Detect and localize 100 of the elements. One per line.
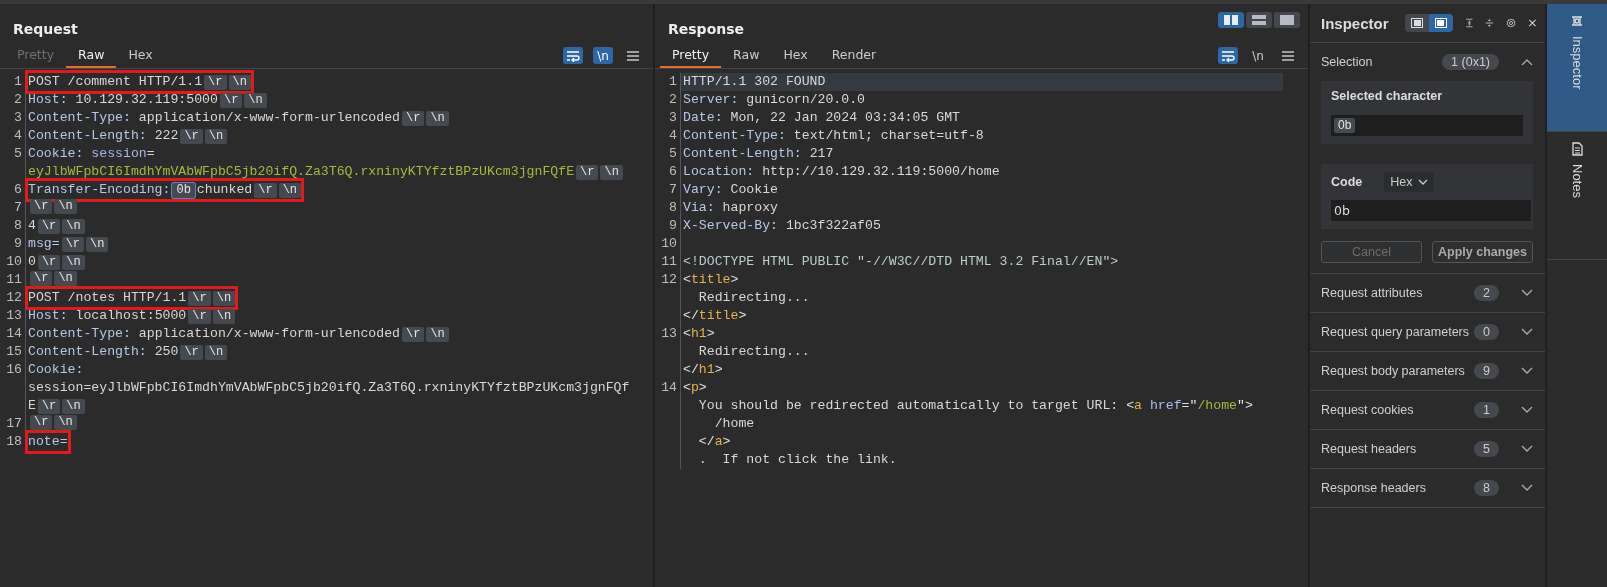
line-number: 10 xyxy=(655,235,681,253)
wrap-toggle[interactable] xyxy=(1218,47,1238,64)
view-button[interactable] xyxy=(1404,14,1429,32)
control-char-badge[interactable]: 0b xyxy=(172,183,195,198)
code-line: 0 \r \n xyxy=(28,253,85,271)
line-number: 18 xyxy=(0,433,26,451)
line-number: 15 xyxy=(0,343,26,361)
expand-icon[interactable] xyxy=(1464,16,1474,30)
line-number: 6 xyxy=(0,181,26,199)
line-number: 7 xyxy=(655,181,681,199)
line-number: 12 xyxy=(0,289,26,307)
inspector-icon[interactable] xyxy=(1570,14,1584,28)
side-tab-label[interactable]: Notes xyxy=(1569,164,1585,198)
control-char-badge: \n xyxy=(54,271,77,286)
settings-icon[interactable] xyxy=(1506,15,1517,31)
code-line: <p> xyxy=(683,379,707,397)
code-field[interactable]: 0b xyxy=(1331,200,1531,221)
count-badge: 8 xyxy=(1474,480,1499,496)
section-label[interactable]: Request attributes xyxy=(1321,286,1475,300)
expand-icon[interactable] xyxy=(1521,367,1533,375)
inspector-title: Inspector xyxy=(1321,14,1389,32)
section-label[interactable]: Request cookies xyxy=(1321,403,1475,417)
code-line: 4 \r \n xyxy=(28,217,85,235)
tab[interactable]: Render xyxy=(819,45,889,68)
newline-toggle[interactable]: \n xyxy=(1248,47,1268,64)
section-label[interactable]: Selection xyxy=(1321,55,1443,69)
line-number: 14 xyxy=(655,379,681,469)
side-tab-label[interactable]: Inspector xyxy=(1569,36,1585,90)
code-line: Via: haproxy xyxy=(683,199,778,217)
section-label[interactable]: Request headers xyxy=(1321,442,1475,456)
line-number: 4 xyxy=(655,127,681,145)
layout-button[interactable] xyxy=(1274,12,1300,28)
code-line: HTTP/1.1 302 FOUND xyxy=(683,73,826,91)
tab[interactable]: Pretty xyxy=(660,45,722,68)
code-line: note= xyxy=(28,433,68,451)
count-badge: 1 (0x1) xyxy=(1442,54,1499,70)
code-line: X-Served-By: 1bc3f322af05 xyxy=(683,217,881,235)
control-char-badge: \r xyxy=(30,415,53,430)
code-line: Host: localhost:5000 \r \n xyxy=(28,307,236,325)
tab[interactable]: Hex xyxy=(116,45,165,68)
tab[interactable]: Raw xyxy=(66,45,117,68)
panel-layout-icon[interactable] xyxy=(1410,18,1423,28)
line-number: 7 xyxy=(0,199,26,217)
code-line: POST /notes HTTP/1.1 \r \n xyxy=(28,289,236,307)
line-number: 6 xyxy=(655,163,681,181)
line-number: 5 xyxy=(655,145,681,163)
code-line: </a> xyxy=(697,433,731,451)
line-number: 13 xyxy=(655,325,681,379)
line-number: 8 xyxy=(0,217,26,235)
menu-icon[interactable] xyxy=(1282,50,1294,61)
line-number: 4 xyxy=(0,127,26,145)
tab[interactable]: Raw xyxy=(721,45,772,68)
line-number: 2 xyxy=(655,91,681,109)
line-number: 2 xyxy=(0,91,26,109)
line-number: 11 xyxy=(655,253,681,271)
code-line: <h1> xyxy=(683,325,715,343)
code-line: Vary: Cookie xyxy=(683,181,778,199)
code-line: Content-Length: 250 \r \n xyxy=(28,343,228,361)
count-badge: 9 xyxy=(1474,363,1499,379)
expand-icon[interactable] xyxy=(1521,484,1533,492)
newline-toggle[interactable]: \n xyxy=(593,47,613,64)
character-field[interactable]: 0b xyxy=(1331,115,1523,136)
caret-icon[interactable] xyxy=(1418,179,1429,185)
code-line: </title> xyxy=(683,307,747,325)
columns-icon[interactable] xyxy=(1224,15,1238,25)
code-line: <!DOCTYPE HTML PUBLIC "-//W3C//DTD HTML 3.2 Final//EN"> xyxy=(683,253,1119,271)
document-icon[interactable] xyxy=(1570,142,1584,156)
code-line: Content-Type: text/html; charset=utf-8 xyxy=(683,127,984,145)
wrap-toggle[interactable] xyxy=(563,47,583,64)
section-label[interactable]: Response headers xyxy=(1321,481,1475,495)
line-number: 3 xyxy=(655,109,681,127)
rows-icon[interactable] xyxy=(1252,15,1266,25)
code-line: msg= \r \n xyxy=(28,235,109,253)
layout-button[interactable] xyxy=(1246,12,1272,28)
view-button[interactable] xyxy=(1428,14,1453,32)
section-label[interactable]: Request body parameters xyxy=(1321,364,1475,378)
code-line: Redirecting... xyxy=(697,289,810,307)
line-number: 10 xyxy=(0,253,26,271)
section-label[interactable]: Request query parameters xyxy=(1321,325,1475,339)
control-char-badge: \n xyxy=(54,199,77,214)
expand-icon[interactable] xyxy=(1521,328,1533,336)
control-char-badge: \n xyxy=(54,415,77,430)
expand-icon[interactable] xyxy=(1521,406,1533,414)
code-line: Redirecting... xyxy=(697,343,810,361)
control-char-badge: \r xyxy=(30,199,53,214)
count-badge: 1 xyxy=(1474,402,1499,418)
format-dropdown[interactable]: Hex xyxy=(1384,172,1435,192)
action-button[interactable]: Apply changes xyxy=(1432,241,1533,263)
code-line: Content-Length: 222 \r \n xyxy=(28,127,228,145)
menu-icon[interactable] xyxy=(627,50,639,61)
expand-icon[interactable] xyxy=(1521,445,1533,453)
layout-button[interactable] xyxy=(1218,12,1244,28)
collapse-icon[interactable] xyxy=(1521,58,1533,66)
code-line: Content-Length: 217 xyxy=(683,145,834,163)
tab[interactable]: Hex xyxy=(771,45,820,68)
line-number: 16 xyxy=(0,361,26,415)
line-number: 13 xyxy=(0,307,26,325)
collapse-icon[interactable] xyxy=(1485,16,1495,30)
code-line: . If not click the link. xyxy=(697,451,897,469)
expand-icon[interactable] xyxy=(1521,289,1533,297)
